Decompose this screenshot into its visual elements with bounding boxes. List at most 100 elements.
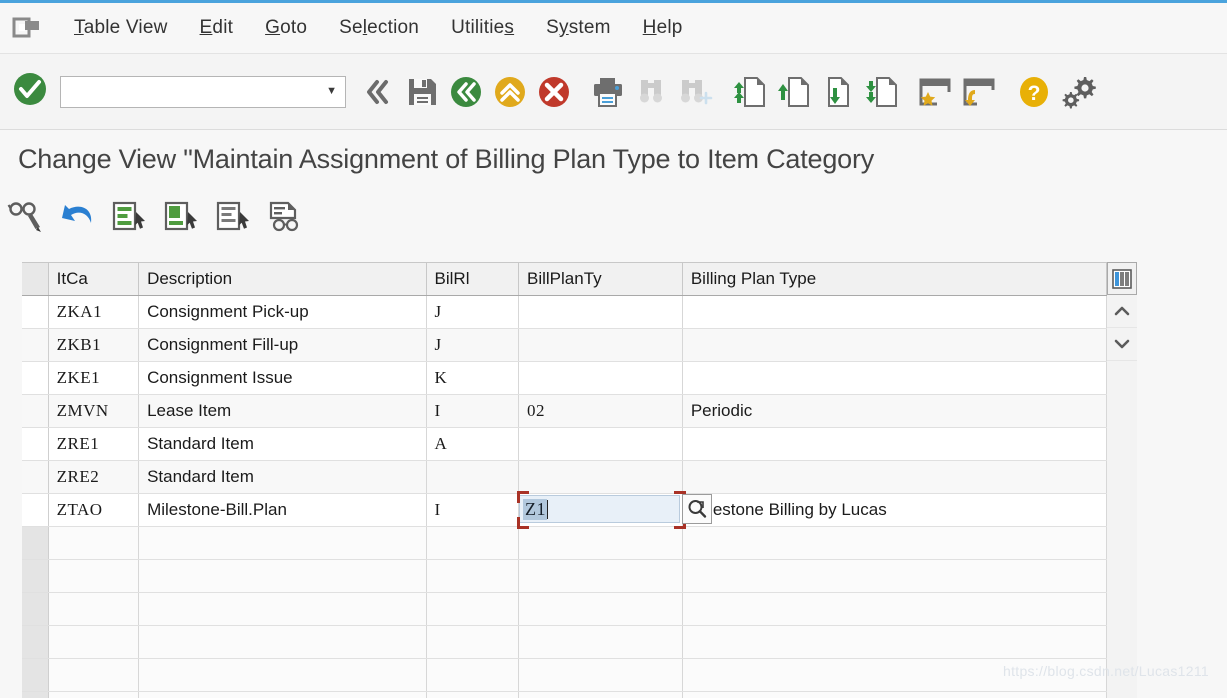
row-selector[interactable]	[22, 559, 49, 593]
details-button[interactable]	[260, 193, 312, 241]
table-row-empty[interactable]	[22, 526, 1108, 560]
cell-itca[interactable]: ZTAO	[48, 493, 140, 527]
row-selector[interactable]	[22, 526, 49, 560]
row-selector[interactable]	[22, 592, 49, 626]
row-selector[interactable]	[22, 427, 49, 461]
cell-itca[interactable]: ZKE1	[48, 361, 140, 395]
menu-item-help[interactable]: Help	[627, 17, 699, 39]
new-entries-button[interactable]	[104, 193, 156, 241]
cell-bilrl[interactable]	[426, 460, 520, 494]
cell-itca[interactable]: ZKB1	[48, 328, 140, 362]
cell-bilrl[interactable]: J	[426, 328, 520, 362]
create-new-session-button[interactable]	[958, 68, 1002, 116]
back-button[interactable]	[444, 68, 488, 116]
cell-description[interactable]: Consignment Issue	[138, 361, 427, 395]
table-row[interactable]: ZKB1 Consignment Fill-up J	[22, 328, 1108, 362]
row-selector[interactable]	[22, 493, 49, 527]
menu-item-goto[interactable]: Goto	[249, 17, 323, 39]
cell-bilrl[interactable]: I	[426, 493, 520, 527]
cell-billplanty[interactable]	[518, 427, 683, 461]
cell-bilrl[interactable]: K	[426, 361, 520, 395]
column-header-billing-plan-type[interactable]: Billing Plan Type	[682, 262, 1108, 296]
table-row[interactable]: ZMVN Lease Item I 02 Periodic	[22, 394, 1108, 428]
display-change-button[interactable]	[0, 193, 52, 241]
table-row-empty[interactable]	[22, 559, 1108, 593]
chevron-down-icon[interactable]: ▼	[326, 86, 337, 97]
cell-billplanty[interactable]	[518, 460, 683, 494]
menu-item-edit[interactable]: Edit	[184, 17, 250, 39]
column-settings-icon[interactable]	[1107, 262, 1137, 295]
help-button[interactable]: ?	[1012, 68, 1056, 116]
undo-button[interactable]	[52, 193, 104, 241]
table-row-empty[interactable]	[22, 592, 1108, 626]
cell-billplanty[interactable]	[518, 295, 683, 329]
cell-billing-plan-type[interactable]	[682, 460, 1108, 494]
table-row[interactable]: ZRE1 Standard Item A	[22, 427, 1108, 461]
row-selector[interactable]	[22, 691, 49, 698]
menu-item-system[interactable]: System	[530, 17, 627, 39]
enter-button[interactable]	[10, 69, 50, 114]
table-row-empty[interactable]	[22, 658, 1108, 692]
next-page-button[interactable]	[816, 68, 860, 116]
table-row[interactable]: ZRE2 Standard Item	[22, 460, 1108, 494]
cell-description[interactable]: Standard Item	[138, 460, 427, 494]
cell-billing-plan-type[interactable]: estone Billing by Lucas	[682, 493, 1108, 527]
previous-page-button[interactable]	[772, 68, 816, 116]
table-row-empty[interactable]	[22, 625, 1108, 659]
cell-billing-plan-type[interactable]: Periodic	[682, 394, 1108, 428]
exit-icon[interactable]	[12, 16, 42, 40]
cell-billplanty[interactable]	[518, 328, 683, 362]
search-help-icon[interactable]	[682, 494, 712, 524]
delete-button[interactable]	[208, 193, 260, 241]
cell-description[interactable]: Lease Item	[138, 394, 427, 428]
cell-description[interactable]: Consignment Fill-up	[138, 328, 427, 362]
cell-description[interactable]: Standard Item	[138, 427, 427, 461]
column-header-itca[interactable]: ItCa	[48, 262, 140, 296]
table-row[interactable]: ZKE1 Consignment Issue K	[22, 361, 1108, 395]
cell-billplanty[interactable]	[518, 361, 683, 395]
menu-item-selection[interactable]: Selection	[323, 17, 435, 39]
save-button[interactable]	[400, 68, 444, 116]
collapse-command-field-button[interactable]	[356, 68, 400, 116]
row-selector[interactable]	[22, 625, 49, 659]
cell-billplanty[interactable]: 02	[518, 394, 683, 428]
row-selector[interactable]	[22, 460, 49, 494]
cell-description[interactable]: Consignment Pick-up	[138, 295, 427, 329]
print-button[interactable]	[586, 68, 630, 116]
create-favorite-button[interactable]	[914, 68, 958, 116]
column-header-bilrl[interactable]: BilRl	[426, 262, 520, 296]
row-selector[interactable]	[22, 658, 49, 692]
cell-bilrl[interactable]: A	[426, 427, 520, 461]
cell-bilrl[interactable]: I	[426, 394, 520, 428]
billplanty-input[interactable]: Z1	[519, 495, 680, 523]
row-selector[interactable]	[22, 361, 49, 395]
scroll-down-button[interactable]	[1107, 328, 1137, 361]
row-selector[interactable]	[22, 328, 49, 362]
cell-itca[interactable]: ZMVN	[48, 394, 140, 428]
command-field[interactable]: ▼	[60, 75, 346, 108]
first-page-button[interactable]	[728, 68, 772, 116]
row-selector[interactable]	[22, 394, 49, 428]
menu-item-table-view[interactable]: Table View	[58, 17, 184, 39]
menu-item-utilities[interactable]: Utilities	[435, 17, 530, 39]
gear-icon[interactable]	[1056, 68, 1100, 116]
scroll-up-button[interactable]	[1107, 295, 1137, 328]
table-row[interactable]: ZKA1 Consignment Pick-up J	[22, 295, 1108, 329]
cell-billplanty-editing[interactable]: Z1	[517, 491, 712, 529]
copy-as-button[interactable]	[156, 193, 208, 241]
cell-billing-plan-type[interactable]	[682, 328, 1108, 362]
cell-itca[interactable]: ZRE1	[48, 427, 140, 461]
cell-billing-plan-type[interactable]	[682, 361, 1108, 395]
column-header-billplanty[interactable]: BillPlanTy	[518, 262, 683, 296]
cell-itca[interactable]: ZRE2	[48, 460, 140, 494]
table-row-active[interactable]: ZTAO Milestone-Bill.Plan I Z1 estone Bil…	[22, 491, 1108, 529]
cell-billing-plan-type[interactable]	[682, 295, 1108, 329]
select-all-cell[interactable]	[22, 262, 49, 296]
cancel-button[interactable]	[532, 68, 576, 116]
table-row-empty[interactable]	[22, 691, 1108, 698]
cell-itca[interactable]: ZKA1	[48, 295, 140, 329]
cell-bilrl[interactable]: J	[426, 295, 520, 329]
row-selector[interactable]	[22, 295, 49, 329]
command-input[interactable]	[65, 77, 319, 106]
exit-button[interactable]	[488, 68, 532, 116]
